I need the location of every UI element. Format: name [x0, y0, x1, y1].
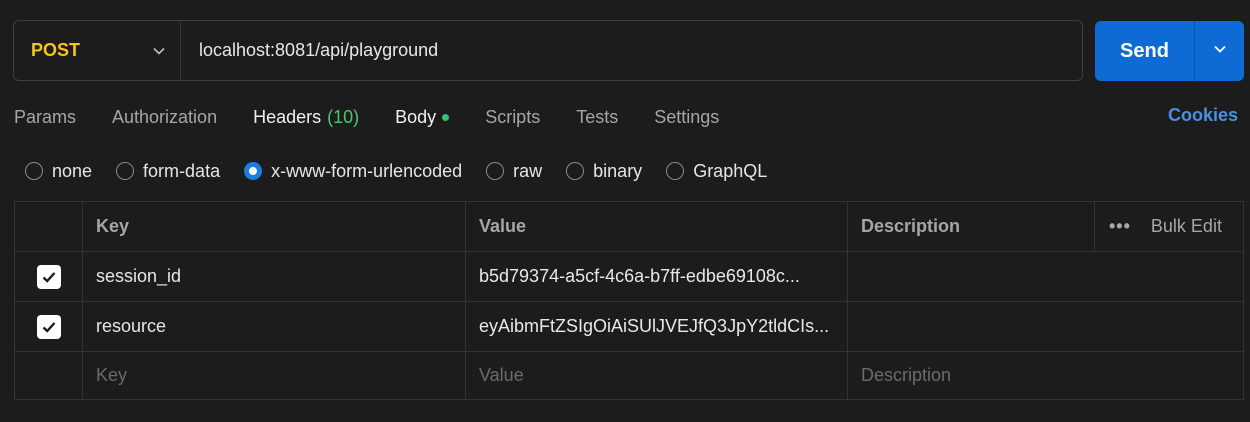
- key-text: session_id: [96, 266, 182, 286]
- checkbox-checked-icon[interactable]: [36, 264, 61, 289]
- key-text: resource: [96, 316, 167, 336]
- header-check-cell: [15, 202, 83, 251]
- table-row: session_id b5d79374-a5cf-4c6a-b7ff-edbe6…: [15, 252, 1243, 302]
- request-tabs: Params Authorization Headers (10) Body S…: [14, 105, 755, 129]
- description-placeholder: Description: [861, 365, 952, 385]
- header-value: Value: [466, 202, 848, 251]
- tab-body[interactable]: Body: [395, 106, 450, 128]
- header-description: Description: [848, 202, 1095, 251]
- tab-label: Params: [14, 106, 77, 127]
- radio-icon: [116, 162, 135, 180]
- table-row-new: Key Value Description: [15, 352, 1243, 399]
- params-table: Key Value Description ••• Bulk Edit sess…: [14, 201, 1244, 400]
- body-type-graphql[interactable]: GraphQL: [666, 161, 767, 182]
- tab-scripts[interactable]: Scripts: [485, 107, 540, 128]
- row-check-cell: [15, 252, 83, 301]
- body-active-dot: [442, 113, 450, 121]
- tab-headers[interactable]: Headers (10): [253, 107, 359, 128]
- method-select[interactable]: POST: [14, 21, 181, 80]
- radio-label: binary: [593, 160, 643, 181]
- value-placeholder: Value: [479, 365, 524, 385]
- key-placeholder: Key: [96, 365, 128, 385]
- value-text: b5d79374-a5cf-4c6a-b7ff-edbe69108c...: [479, 266, 800, 286]
- tab-params[interactable]: Params: [14, 107, 76, 128]
- tab-label: Headers: [253, 106, 322, 127]
- new-value-input[interactable]: Value: [466, 352, 848, 399]
- radio-label: none: [52, 160, 93, 181]
- bulk-edit-label: Bulk Edit: [1150, 216, 1222, 236]
- header-description-cell: Description ••• Bulk Edit: [848, 202, 1243, 251]
- radio-icon: [566, 162, 585, 180]
- body-type-urlencoded[interactable]: x-www-form-urlencoded: [244, 161, 462, 182]
- body-type-selector: none form-data x-www-form-urlencoded raw…: [25, 160, 791, 182]
- table-row: resource eyAibmFtZSIgOiAiSUlJVEJfQ3JpY2t…: [15, 302, 1243, 352]
- key-cell[interactable]: session_id: [83, 252, 466, 301]
- key-cell[interactable]: resource: [83, 302, 466, 351]
- send-button[interactable]: Send: [1095, 21, 1195, 81]
- request-url-bar: POST: [13, 20, 1083, 81]
- radio-icon: [486, 162, 505, 180]
- body-type-form-data[interactable]: form-data: [116, 161, 220, 182]
- radio-icon: [25, 162, 43, 180]
- tab-authorization[interactable]: Authorization: [112, 107, 217, 128]
- send-button-group: Send: [1095, 21, 1244, 81]
- description-cell[interactable]: [848, 302, 1243, 351]
- new-key-input[interactable]: Key: [83, 352, 466, 399]
- radio-label: x-www-form-urlencoded: [271, 160, 463, 181]
- url-input[interactable]: [181, 21, 1082, 80]
- body-type-raw[interactable]: raw: [486, 161, 542, 182]
- tab-tests[interactable]: Tests: [576, 107, 618, 128]
- header-key: Key: [83, 202, 466, 251]
- cookies-link[interactable]: Cookies: [1168, 105, 1238, 126]
- value-cell[interactable]: eyAibmFtZSIgOiAiSUlJVEJfQ3JpY2tldCIs...: [466, 302, 848, 351]
- bulk-edit-button[interactable]: ••• Bulk Edit: [1095, 216, 1243, 237]
- table-header-row: Key Value Description ••• Bulk Edit: [15, 202, 1243, 252]
- tab-label: Tests: [576, 106, 619, 127]
- radio-icon: [666, 162, 685, 180]
- value-text: eyAibmFtZSIgOiAiSUlJVEJfQ3JpY2tldCIs...: [479, 316, 830, 336]
- body-type-binary[interactable]: binary: [566, 161, 642, 182]
- tab-settings[interactable]: Settings: [654, 107, 719, 128]
- body-type-none[interactable]: none: [25, 161, 92, 182]
- chevron-down-icon: [152, 44, 166, 58]
- chevron-down-icon: [1212, 41, 1228, 62]
- method-label: POST: [31, 40, 81, 60]
- tab-label: Authorization: [112, 106, 218, 127]
- value-cell[interactable]: b5d79374-a5cf-4c6a-b7ff-edbe69108c...: [466, 252, 848, 301]
- description-cell[interactable]: [848, 252, 1243, 301]
- tab-label: Scripts: [485, 106, 541, 127]
- radio-selected-icon: [244, 162, 263, 180]
- row-check-cell: [15, 302, 83, 351]
- radio-label: GraphQL: [693, 160, 768, 181]
- send-options-button[interactable]: [1195, 21, 1244, 81]
- new-description-input[interactable]: Description: [848, 352, 1243, 399]
- tab-label: Body: [395, 106, 437, 127]
- checkbox-checked-icon[interactable]: [36, 314, 61, 339]
- radio-label: form-data: [143, 160, 221, 181]
- tab-label: Settings: [654, 106, 720, 127]
- radio-label: raw: [513, 160, 543, 181]
- row-check-cell: [15, 352, 83, 399]
- headers-count-badge: (10): [327, 106, 360, 127]
- more-icon[interactable]: •••: [1109, 216, 1131, 237]
